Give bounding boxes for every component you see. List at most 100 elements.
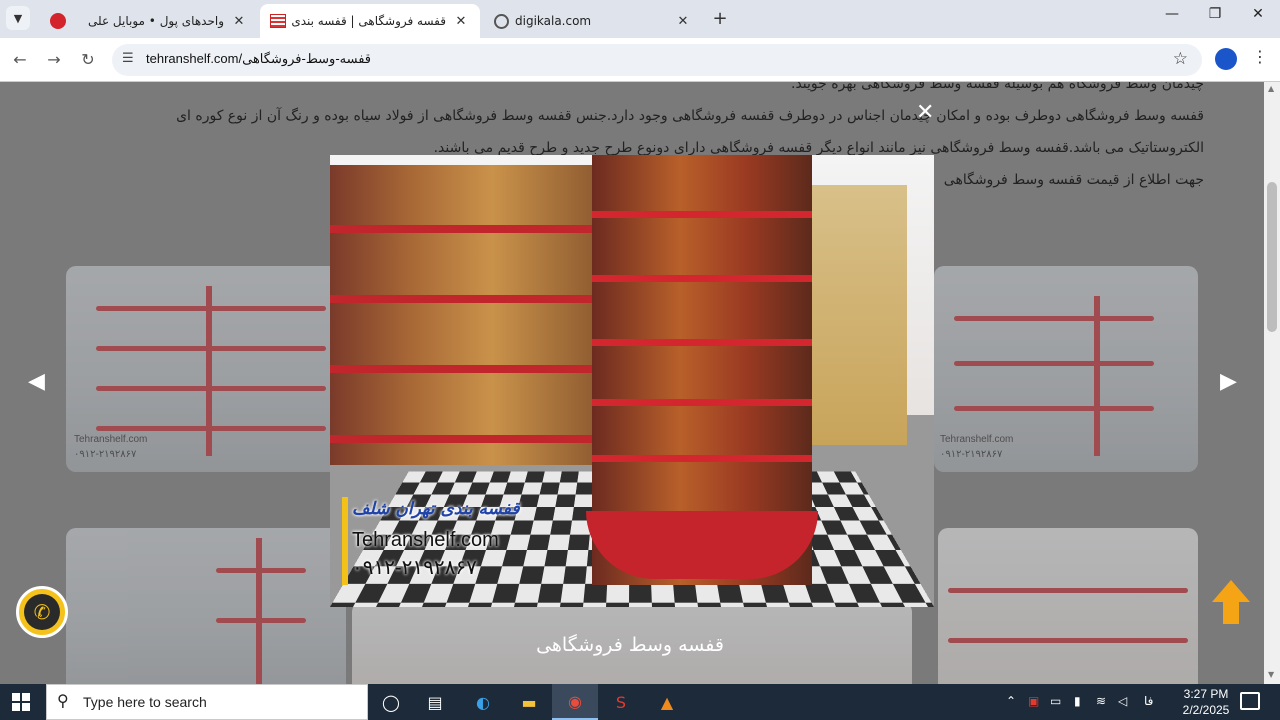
forward-button[interactable]: →: [42, 48, 66, 72]
photo-gondola-shelf: [592, 339, 812, 346]
tile-watermark-site: Tehranshelf.com: [74, 434, 148, 445]
scroll-up-icon[interactable]: ▲: [1268, 84, 1274, 93]
article-line: قفسه وسط فروشگاهی دوطرف بوده و امکان چید…: [176, 108, 1204, 124]
chrome-icon[interactable]: ◉: [552, 684, 598, 720]
minimize-icon: —: [1165, 6, 1179, 22]
shelf-decor: [1094, 296, 1100, 456]
notification-icon[interactable]: [1240, 692, 1260, 710]
shelf-decor: [954, 361, 1154, 366]
restore-icon: ❐: [1208, 6, 1222, 22]
search-placeholder: Type here to search: [83, 694, 207, 710]
photo-gondola-shelf: [592, 399, 812, 406]
phone-icon: ✆: [24, 594, 60, 630]
tray-battery-icon[interactable]: ▭: [1050, 694, 1061, 708]
maximize-button[interactable]: ❐: [1195, 6, 1235, 22]
gallery-thumb-bottom-right[interactable]: [938, 528, 1198, 684]
tray-wifi-icon[interactable]: ≋: [1096, 694, 1106, 708]
gallery-thumb-left[interactable]: Tehranshelf.com ۰۹۱۲-۲۱۹۲۸۶۷: [66, 266, 346, 472]
tehranshelf-icon: [270, 14, 286, 28]
red-circle-icon: [50, 13, 66, 29]
tray-chevron-icon[interactable]: ⌃: [1006, 694, 1016, 708]
windows-start-icon[interactable]: [12, 693, 30, 711]
tab-title: digikala.com: [515, 14, 592, 28]
photo-boxes: [812, 185, 907, 445]
arrow-right-icon: →: [47, 50, 61, 69]
tray-app-icon[interactable]: ▣: [1028, 694, 1039, 708]
article-line: چیدمان وسط فروشگاه هم بوسیله قفسه وسط فر…: [791, 82, 1204, 92]
page-scrollbar[interactable]: ▲ ▼: [1264, 82, 1280, 684]
address-bar[interactable]: ☰ tehranshelf.com/قفسه-وسط-فروشگاهی ☆: [112, 44, 1202, 76]
chevron-down-icon: ▼: [13, 11, 23, 25]
app-s-icon[interactable]: S: [598, 684, 644, 720]
close-tab-icon[interactable]: ✕: [674, 14, 692, 29]
photo-gondola-shelf: [592, 275, 812, 282]
photo-shelf-row: [330, 225, 600, 233]
tab-title: واحدهای پول • موبایل علی: [87, 14, 224, 28]
taskbar-search-box[interactable]: ⚲ Type here to search: [46, 684, 368, 720]
new-tab-button[interactable]: +: [709, 8, 731, 29]
tab-search-button[interactable]: ▼: [6, 6, 30, 30]
tab-digikala[interactable]: digikala.com ✕: [484, 4, 702, 38]
tab-strip: ▼ واحدهای پول • موبایل علی ✕ قفسه فروشگا…: [0, 0, 1280, 38]
tray-language[interactable]: فا: [1144, 694, 1153, 708]
photo-gondola-shelf: [592, 211, 812, 218]
cortana-icon[interactable]: ◯: [368, 684, 414, 720]
bookmark-star-icon[interactable]: ☆: [1173, 49, 1188, 69]
shelf-decor: [948, 588, 1188, 593]
shelf-decor: [256, 538, 262, 684]
photo-shelf-left: [330, 165, 600, 465]
url-text[interactable]: tehranshelf.com/قفسه-وسط-فروشگاهی: [146, 51, 371, 67]
clock-date: 2/2/2025: [1182, 703, 1230, 717]
lightbox-image: قفسه بندی تهران شلف Tehranshelf.com ۰۹۱۲…: [330, 155, 934, 607]
file-explorer-icon[interactable]: ▬: [506, 684, 552, 720]
reload-icon: ↻: [81, 50, 95, 69]
taskbar-clock[interactable]: 3:27 PM 2/2/2025: [1172, 686, 1240, 718]
scroll-to-top-button[interactable]: [1212, 580, 1250, 624]
lightbox-caption: قفسه وسط فروشگاهی: [536, 634, 724, 656]
shelf-decor: [206, 286, 212, 456]
brand-bar: [342, 497, 348, 585]
photo-shelf-row: [330, 435, 600, 443]
gallery-next-arrow[interactable]: ▶: [1220, 369, 1237, 394]
tab-currency[interactable]: واحدهای پول • موبایل علی ✕: [40, 4, 258, 38]
photo-gondola-shelf: [592, 455, 812, 462]
reload-button[interactable]: ↻: [76, 48, 100, 72]
close-tab-icon[interactable]: ✕: [452, 14, 470, 29]
tray-volume-icon[interactable]: ◁: [1118, 694, 1127, 708]
brand-phone: ۰۹۱۲-۲۱۹۲۸۶۷: [352, 557, 477, 579]
shelf-decor: [954, 316, 1154, 321]
tile-watermark-phone: ۰۹۱۲-۲۱۹۲۸۶۷: [74, 449, 137, 460]
scroll-down-icon[interactable]: ▼: [1268, 670, 1274, 679]
gallery-thumb-bottom-left[interactable]: [66, 528, 346, 684]
gallery-prev-arrow[interactable]: ◀: [28, 369, 45, 394]
tile-watermark-site: Tehranshelf.com: [940, 434, 1014, 445]
vlc-icon[interactable]: ▲: [644, 684, 690, 720]
task-view-icon[interactable]: ▤: [412, 684, 458, 720]
globe-icon: [494, 13, 509, 29]
whatsapp-button[interactable]: ✆: [16, 586, 68, 638]
close-window-button[interactable]: ✕: [1238, 6, 1278, 22]
tab-title: قفسه فروشگاهی | قفسه بندی فروشگاه: [292, 14, 446, 28]
site-info-icon[interactable]: ☰: [122, 51, 134, 66]
clock-time: 3:27 PM: [1183, 687, 1229, 701]
photo-shelf-row: [330, 365, 600, 373]
lightbox-close-button[interactable]: ✕: [916, 100, 934, 125]
tab-tehranshelf[interactable]: قفسه فروشگاهی | قفسه بندی فروشگاه ✕: [260, 4, 480, 38]
tile-watermark-phone: ۰۹۱۲-۲۱۹۲۸۶۷: [940, 449, 1003, 460]
brand-name: قفسه بندی تهران شلف: [352, 499, 520, 519]
tray-mic-icon[interactable]: ▮: [1074, 694, 1081, 708]
close-tab-icon[interactable]: ✕: [230, 14, 248, 29]
back-button[interactable]: ←: [8, 48, 32, 72]
shelf-decor: [948, 638, 1188, 643]
edge-icon[interactable]: ◐: [460, 684, 506, 720]
browser-menu-icon[interactable]: ⋮: [1252, 47, 1268, 66]
scroll-thumb[interactable]: [1267, 182, 1277, 332]
photo-gondola-base: [586, 511, 818, 579]
shelf-decor: [216, 618, 306, 623]
browser-toolbar: ← → ↻ ☰ tehranshelf.com/قفسه-وسط-فروشگاه…: [0, 38, 1280, 82]
profile-avatar[interactable]: [1215, 48, 1237, 70]
arrow-up-shaft: [1223, 602, 1239, 624]
minimize-button[interactable]: —: [1152, 6, 1192, 22]
gallery-thumb-right[interactable]: Tehranshelf.com ۰۹۱۲-۲۱۹۲۸۶۷: [934, 266, 1198, 472]
search-icon: ⚲: [57, 691, 69, 710]
